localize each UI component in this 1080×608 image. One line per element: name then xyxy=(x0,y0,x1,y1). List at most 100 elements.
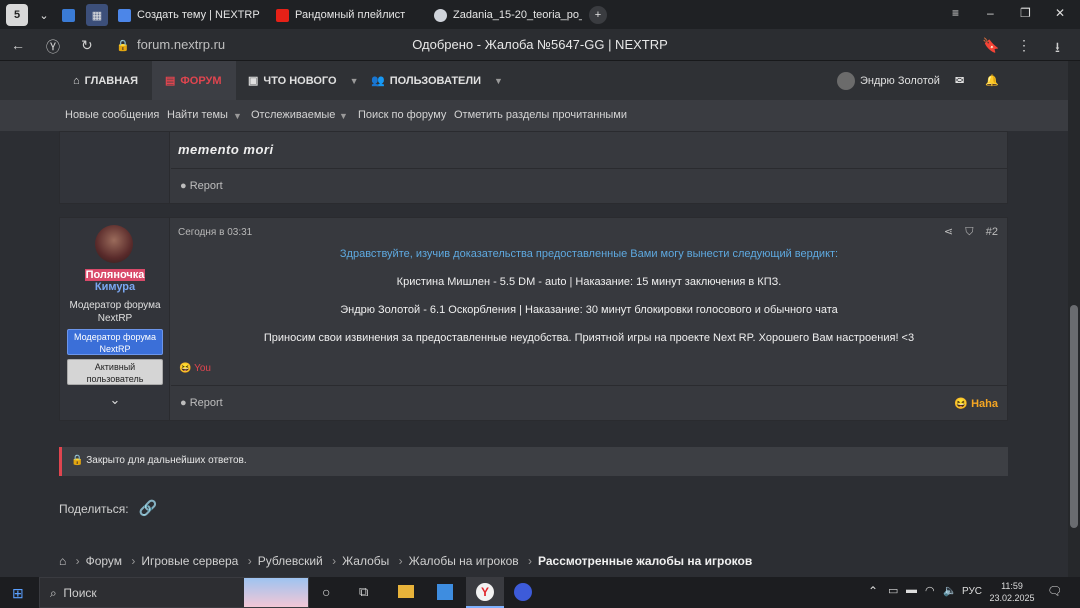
file-explorer-icon[interactable] xyxy=(398,585,414,598)
tab-zadania[interactable]: Zadania_15-20_teoria_po_ xyxy=(434,4,582,26)
subnav-mark-read[interactable]: Отметить разделы прочитанными xyxy=(454,109,627,121)
wifi-icon[interactable]: ◠ xyxy=(925,584,935,597)
task-view-icon[interactable]: ⧉ xyxy=(359,584,368,600)
nav-home[interactable]: ⌂ ГЛАВНАЯ xyxy=(73,61,138,100)
subnav-new-posts[interactable]: Новые сообщения xyxy=(65,109,159,121)
tab-counter[interactable]: 5 xyxy=(6,4,28,26)
wordpress-icon xyxy=(434,8,447,22)
nav-users[interactable]: 👥 ПОЛЬЗОВАТЕЛИ ▼ xyxy=(371,61,503,100)
reaction-summary[interactable]: 😆 You xyxy=(171,363,1007,374)
chevron-down-icon: ⌄ xyxy=(39,9,49,22)
cortana-icon[interactable]: ○ xyxy=(322,584,330,600)
battery-icon[interactable]: ▬ xyxy=(906,584,917,596)
chevron-up-icon[interactable]: ⌃ xyxy=(868,584,878,598)
subnav-watched[interactable]: Отслеживаемые xyxy=(251,109,335,121)
nav-whats-new-label: ЧТО НОВОГО xyxy=(263,74,337,87)
maximize-icon[interactable]: ❐ xyxy=(1020,6,1031,20)
username: Эндрю Золотой xyxy=(860,74,940,87)
subnav-search-forum[interactable]: Поиск по форуму xyxy=(358,109,446,121)
new-tab-button[interactable]: + xyxy=(589,6,607,24)
sub-nav: Новые сообщения Найти темы ▼ Отслеживаем… xyxy=(0,100,1068,131)
page-title: Одобрено - Жалоба №5647-GG | NEXTRP xyxy=(412,37,668,52)
tab-create-topic[interactable]: Создать тему | NEXTRP xyxy=(118,4,268,26)
post-line: Приносим свои извинения за предоставленн… xyxy=(263,332,915,344)
language-indicator[interactable]: РУС xyxy=(962,586,982,597)
avatar xyxy=(837,71,855,90)
bell-icon[interactable]: 🔔 xyxy=(985,61,999,100)
breadcrumb-item[interactable]: Жалобы xyxy=(342,554,389,568)
nav-whats-new[interactable]: ▣ ЧТО НОВОГО ▼ xyxy=(248,61,359,100)
post-username[interactable]: Поляночка Кимура xyxy=(60,269,170,293)
minimize-icon[interactable]: – xyxy=(987,6,994,20)
clock-time: 11:59 xyxy=(1001,581,1023,591)
volume-icon[interactable]: 🔈 xyxy=(943,584,957,597)
breadcrumb-current[interactable]: Рассмотренные жалобы на игроков xyxy=(538,554,752,568)
breadcrumb-item[interactable]: Игровые сервера xyxy=(141,554,238,568)
laugh-icon: 😆 xyxy=(179,363,192,374)
store-icon[interactable] xyxy=(437,584,453,600)
share-icon[interactable]: ⋖ xyxy=(944,226,953,238)
clock-date: 23.02.2025 xyxy=(989,593,1035,603)
clock[interactable]: 11:59 23.02.2025 xyxy=(988,580,1036,604)
browser-tab-bar: 5 ⌄ ▦ Создать тему | NEXTRP Рандомный пл… xyxy=(0,0,1080,29)
meet-icon[interactable]: ▭ xyxy=(888,584,898,597)
taskbar-search[interactable]: ⌕ Поиск xyxy=(39,577,309,608)
username-line1: Поляночка xyxy=(84,269,146,281)
home-icon[interactable]: ⌂ xyxy=(59,554,66,568)
more-icon[interactable]: ⋮ xyxy=(1017,37,1031,54)
breadcrumb-item[interactable]: Рублевский xyxy=(258,554,323,568)
close-icon[interactable]: ✕ xyxy=(1055,6,1065,20)
tab-pinned-grid[interactable]: ▦ xyxy=(86,4,108,26)
tab-list-dropdown[interactable]: ⌄ xyxy=(34,4,54,26)
username-line2: Кимура xyxy=(94,281,136,293)
nav-home-label: ГЛАВНАЯ xyxy=(84,74,139,87)
mail-icon[interactable]: ✉ xyxy=(955,61,964,100)
nav-forum[interactable]: ▤ ФОРУМ xyxy=(152,61,236,100)
post-userbox: Поляночка Кимура Модератор форума NextRP… xyxy=(60,218,170,420)
notification-icon[interactable]: 🗨 xyxy=(1047,584,1062,598)
bookmark-icon[interactable]: 🔖 xyxy=(982,37,999,54)
user-menu[interactable]: Эндрю Золотой xyxy=(837,61,940,100)
chevron-down-icon[interactable]: ▼ xyxy=(494,76,503,86)
breadcrumb-separator: › xyxy=(247,554,252,568)
closed-text: Закрыто для дальнейших ответов. xyxy=(86,455,247,466)
game-launcher-icon[interactable] xyxy=(514,583,532,601)
breadcrumb-separator: › xyxy=(398,554,403,568)
previous-post-userbox xyxy=(60,132,170,203)
download-icon[interactable]: ⭳ xyxy=(1055,37,1060,61)
bookmark-icon[interactable]: ⛉ xyxy=(965,226,973,238)
tab-label: Создать тему | NEXTRP xyxy=(137,9,260,21)
closed-notice: 🔒 Закрыто для дальнейших ответов. xyxy=(59,447,1008,476)
chevron-down-icon[interactable]: ▼ xyxy=(233,111,242,121)
post-body: Здравствуйте, изучив доказательства пред… xyxy=(171,248,1007,344)
haha-reaction-button[interactable]: 😆 Haha xyxy=(171,397,1007,410)
breadcrumb-item[interactable]: Жалобы на игроков xyxy=(409,554,519,568)
youtube-icon xyxy=(276,8,289,22)
nextrp-icon xyxy=(118,8,131,22)
subnav-find-threads[interactable]: Найти темы xyxy=(167,109,228,121)
chevron-down-icon[interactable]: ▼ xyxy=(350,76,359,86)
nav-forum-label: ФОРУМ xyxy=(180,74,222,87)
windows-start-icon[interactable]: ⊞ xyxy=(12,585,24,602)
scrollbar-thumb[interactable] xyxy=(1070,305,1078,528)
link-icon[interactable]: 🔗 xyxy=(139,500,158,517)
laugh-icon: 😆 xyxy=(954,398,969,410)
share-label: Поделиться: xyxy=(59,502,129,516)
tab-pinned-app[interactable] xyxy=(62,4,82,26)
taskbar-browser[interactable]: Y xyxy=(466,577,504,608)
post-2: Поляночка Кимура Модератор форума NextRP… xyxy=(59,217,1008,421)
report-label: Report xyxy=(189,180,223,192)
breadcrumb: ⌂ › Форум › Игровые сервера › Рублевский › Ж… xyxy=(59,554,752,568)
report-link[interactable]: ● Report xyxy=(171,180,1007,192)
tab-youtube[interactable]: Рандомный плейлист xyxy=(276,4,420,26)
breadcrumb-item[interactable]: Форум xyxy=(86,554,122,568)
avatar[interactable] xyxy=(95,225,133,263)
users-icon: 👥 xyxy=(371,75,385,87)
chevron-down-icon[interactable]: ⌄ xyxy=(60,392,170,408)
post-number[interactable]: #2 xyxy=(986,226,998,238)
menu-icon[interactable]: ≡ xyxy=(952,6,959,20)
forum-icon: ▤ xyxy=(165,75,176,87)
address-bar: ← Ⓨ ↻ 🔒 forum.nextrp.ru Одобрено - Жалоб… xyxy=(0,29,1080,61)
chevron-down-icon[interactable]: ▼ xyxy=(339,111,348,121)
breadcrumb-separator: › xyxy=(528,554,533,568)
